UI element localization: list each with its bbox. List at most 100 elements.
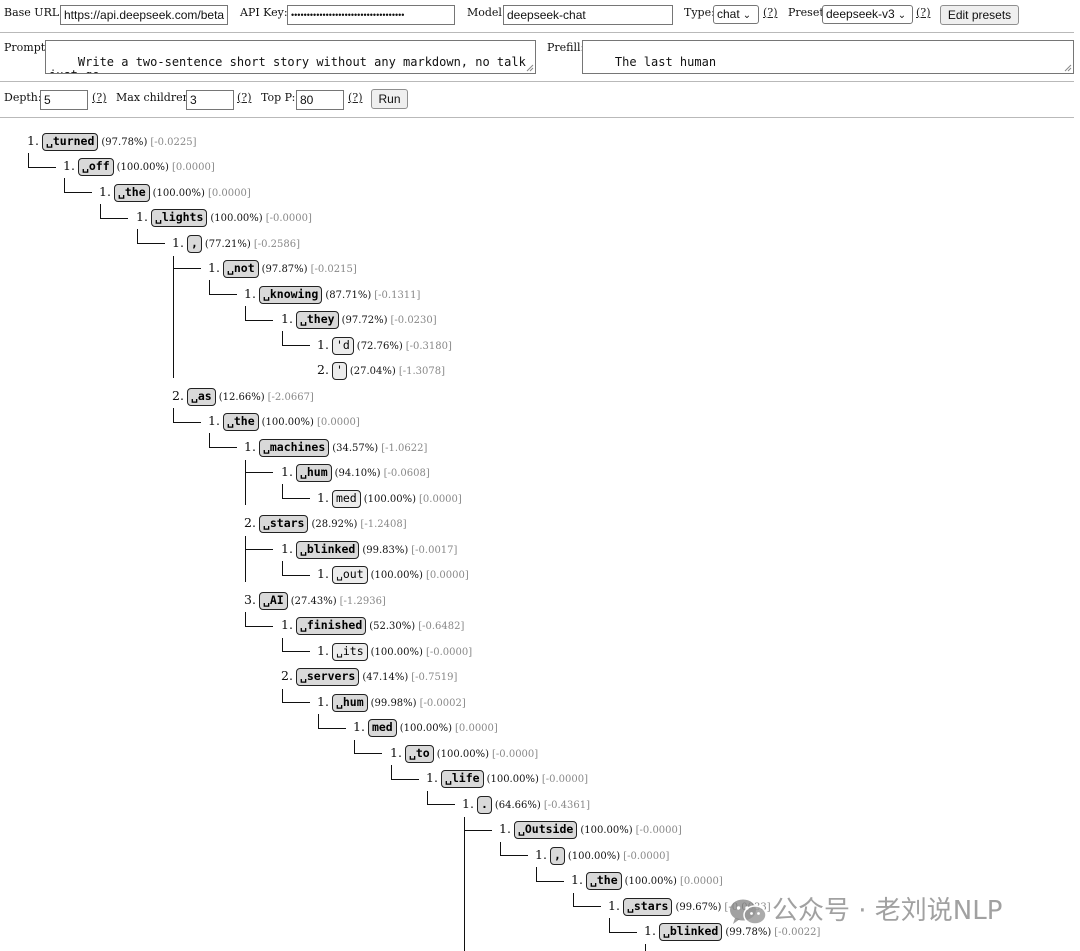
resize-grip-icon[interactable] <box>1064 64 1072 72</box>
tree-node: 1., (100.00%) [-0.0000] <box>535 845 669 865</box>
token-chip[interactable]: ␣the <box>113 184 150 202</box>
node-rank: 2. <box>172 388 184 403</box>
token-chip[interactable]: ␣out <box>331 566 368 584</box>
node-rank: 1. <box>63 158 75 173</box>
token-chip[interactable]: 'd <box>331 337 354 355</box>
token-probability: (100.00%) <box>261 417 314 428</box>
tree-node: 1. ␣turned (97.78%) [-0.0225] <box>27 131 197 151</box>
tree-node: 1. ␣the (100.00%) [0.0000] <box>99 182 251 202</box>
token-logprob: [-0.0000] <box>623 851 670 862</box>
edit-presets-button[interactable]: Edit presets <box>940 5 1019 25</box>
token-logprob: [-1.3078] <box>398 366 445 377</box>
max-children-input[interactable]: 3 <box>186 90 234 110</box>
node-rank: 1. <box>353 719 365 734</box>
token-chip[interactable]: med <box>367 719 397 737</box>
top-p-input[interactable]: 80 <box>296 90 344 110</box>
depth-help-link[interactable]: (?) <box>92 91 106 104</box>
token-chip[interactable]: ␣stars <box>258 515 309 533</box>
token-chip[interactable]: ␣its <box>331 643 368 661</box>
node-rank: 3. <box>244 592 256 607</box>
node-rank: 1. <box>571 872 583 887</box>
token-logprob: [0.0000] <box>207 188 251 199</box>
token-chip[interactable]: ␣hum <box>331 694 368 712</box>
token-chip[interactable]: ␣stars <box>622 898 673 916</box>
tree-connector <box>282 638 283 652</box>
token-probability: (100.00%) <box>363 494 417 505</box>
tree-connector <box>282 331 283 345</box>
token-chip[interactable]: ␣as <box>186 388 216 406</box>
token-logprob: [-0.2586] <box>253 239 300 250</box>
max-children-help-link[interactable]: (?) <box>237 91 251 104</box>
token-logprob: [0.0000] <box>419 494 462 505</box>
model-input[interactable]: deepseek-chat <box>503 5 673 25</box>
prompt-textarea[interactable]: Write a two-sentence short story without… <box>45 40 536 74</box>
node-rank: 1. <box>499 821 511 836</box>
prefill-textarea[interactable]: The last human <box>582 40 1074 74</box>
token-chip[interactable]: ' <box>331 362 347 380</box>
token-chip[interactable]: ␣they <box>295 311 339 329</box>
token-chip[interactable]: ␣life <box>440 770 484 788</box>
resize-grip-icon[interactable] <box>526 64 534 72</box>
token-logprob: [-0.0000] <box>425 647 473 658</box>
node-rank: 1. <box>99 184 111 199</box>
depth-input[interactable]: 5 <box>40 90 88 110</box>
token-probability: (99.83%) <box>362 545 409 556</box>
token-chip[interactable]: . <box>476 796 492 814</box>
token-probability: (100.00%) <box>624 876 677 887</box>
preset-select[interactable]: deepseek-v3 ⌄ <box>822 5 913 24</box>
token-chip[interactable]: ␣lights <box>150 209 208 227</box>
token-chip[interactable]: ␣Outside <box>513 821 578 839</box>
token-chip[interactable]: ␣servers <box>295 668 360 686</box>
tree-connector <box>536 867 537 881</box>
token-logprob: [-0.0017] <box>411 545 458 556</box>
token-chip[interactable]: ␣knowing <box>258 286 323 304</box>
tree-connector <box>318 714 319 728</box>
node-rank: 1. <box>208 260 220 275</box>
token-chip[interactable]: ␣blinked <box>295 541 360 559</box>
token-logprob: [-0.0000] <box>492 749 539 760</box>
tree-node: 1. ␣knowing (87.71%) [-0.1311] <box>244 284 420 304</box>
node-rank: 1. <box>208 413 220 428</box>
token-probability: (99.67%) <box>675 902 722 913</box>
token-logprob: [-0.3180] <box>405 341 452 352</box>
tree-node: 1. ␣out (100.00%) [0.0000] <box>317 564 469 584</box>
token-chip[interactable]: ␣the <box>222 413 259 431</box>
preset-help-link[interactable]: (?) <box>916 6 930 19</box>
token-chip[interactable]: ␣machines <box>258 439 330 457</box>
token-chip[interactable]: ␣blinked <box>658 923 723 941</box>
top-p-help-link[interactable]: (?) <box>348 91 362 104</box>
token-chip[interactable]: ␣turned <box>41 133 99 151</box>
token-chip[interactable]: ␣off <box>77 158 114 176</box>
node-rank: 1. <box>281 541 293 556</box>
watermark-text: 公众号 · 老刘说NLP <box>772 896 1003 926</box>
token-chip[interactable]: ␣finished <box>295 617 367 635</box>
tree-connector <box>209 433 210 447</box>
tree-connector <box>609 918 610 932</box>
token-chip[interactable]: ␣AI <box>258 592 288 610</box>
token-probability: (99.98%) <box>370 698 417 709</box>
tree-connector <box>245 320 273 321</box>
tree-node: 1. ␣the (100.00%) [0.0000] <box>208 411 360 431</box>
token-probability: (28.92%) <box>311 519 358 530</box>
tree-connector <box>500 842 501 856</box>
tree-connector <box>209 280 210 294</box>
node-rank: 1. <box>317 643 329 658</box>
token-probability: (100.00%) <box>486 774 539 785</box>
run-button[interactable]: Run <box>371 89 408 109</box>
token-chip[interactable]: , <box>186 235 202 253</box>
type-help-link[interactable]: (?) <box>763 6 777 19</box>
token-chip[interactable]: ␣the <box>585 872 622 890</box>
token-chip[interactable]: ␣to <box>404 745 434 763</box>
token-chip[interactable]: , <box>549 847 565 865</box>
base-url-input[interactable]: https://api.deepseek.com/beta <box>60 5 228 25</box>
token-chip[interactable]: ␣not <box>222 260 259 278</box>
api-key-input[interactable]: •••••••••••••••••••••••••••••••••••• <box>287 5 455 25</box>
prefill-text: The last human <box>614 55 717 69</box>
token-logprob: [0.0000] <box>455 723 498 734</box>
token-logprob: [-2.0667] <box>267 392 314 403</box>
type-select[interactable]: chat ⌄ <box>713 5 759 24</box>
token-probability: (52.30%) <box>369 621 416 632</box>
token-chip[interactable]: med <box>331 490 361 508</box>
token-chip[interactable]: ␣hum <box>295 464 332 482</box>
tree-node: 1. ␣life (100.00%) [-0.0000] <box>426 768 588 788</box>
